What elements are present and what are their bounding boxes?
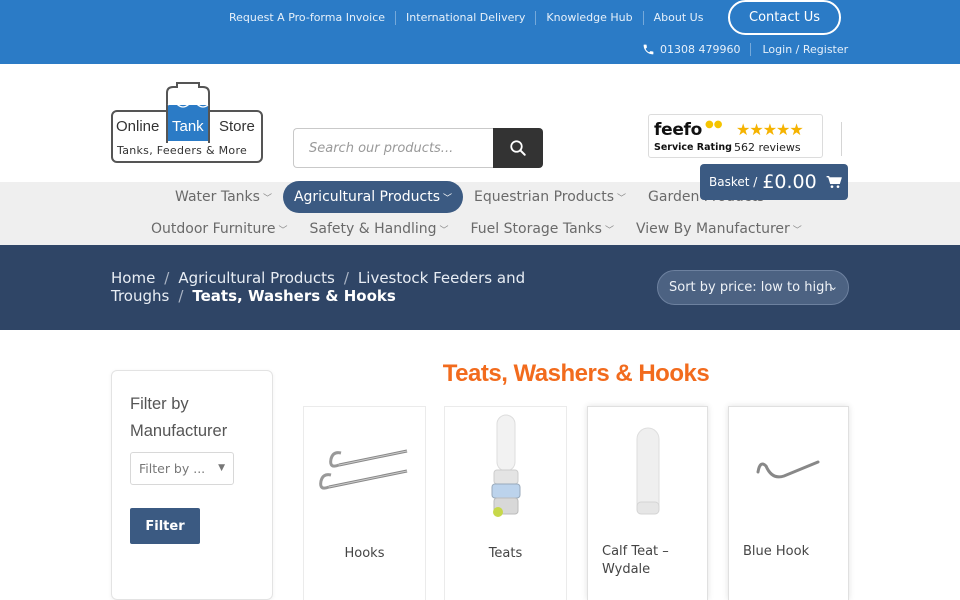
link-knowledge-hub[interactable]: Knowledge Hub xyxy=(535,11,642,25)
phone-number: 01308 479960 xyxy=(660,43,741,56)
breadcrumb-agricultural-products[interactable]: Agricultural Products xyxy=(178,269,335,287)
top-links: Request A Pro-forma Invoice Internationa… xyxy=(229,11,713,25)
logo-word-store: Store xyxy=(219,118,255,135)
nav-item-label: View By Manufacturer xyxy=(635,221,790,237)
product-card-hooks[interactable]: Hooks xyxy=(303,406,426,600)
hooks-image xyxy=(318,449,407,490)
breadcrumb-separator: / xyxy=(164,269,170,287)
basket-total: £0.00 xyxy=(762,171,817,193)
product-image[interactable] xyxy=(445,407,566,532)
search-button[interactable] xyxy=(493,128,543,168)
product-name[interactable]: Teats xyxy=(445,545,566,563)
product-card-calf-teat-wydale[interactable]: Calf Teat – Wydale xyxy=(587,406,708,600)
product-image[interactable] xyxy=(304,407,425,532)
sort-select[interactable]: Sort by price: low to high ⌄ xyxy=(657,270,849,305)
feefo-logo: feefo xyxy=(654,120,703,140)
filter-title: Filter by Manufacturer xyxy=(130,395,228,440)
product-card-teats[interactable]: Teats xyxy=(444,406,567,600)
search-input[interactable]: Search our products... xyxy=(293,128,493,168)
site-logo[interactable]: Online Tank Store Tanks, Feeders & More xyxy=(111,81,263,164)
product-name[interactable]: Hooks xyxy=(304,545,425,563)
product-image[interactable] xyxy=(729,407,848,532)
top-bar: Request A Pro-forma Invoice Internationa… xyxy=(0,0,960,64)
phone-link[interactable]: 01308 479960 xyxy=(642,43,752,56)
chevron-down-icon: ﹀ xyxy=(617,193,627,204)
chevron-down-icon: ﹀ xyxy=(439,225,449,236)
manufacturer-filter-select[interactable]: Filter by ... ▼ xyxy=(130,452,234,485)
sort-selected-value: Sort by price: low to high xyxy=(669,280,833,295)
chevron-down-icon: ﹀ xyxy=(604,225,614,236)
caret-down-icon: ▼ xyxy=(218,463,225,473)
chevron-down-icon: ⌄ xyxy=(828,280,838,293)
nav-item-agricultural-products[interactable]: Agricultural Products ﹀ xyxy=(282,181,464,213)
search-icon xyxy=(510,140,526,156)
product-name[interactable]: Blue Hook xyxy=(743,543,839,561)
top-links-secondary: 01308 479960 Login / Register xyxy=(642,43,848,56)
nav-item-fuel-storage-tanks[interactable]: Fuel Storage Tanks ﹀ xyxy=(460,213,625,245)
feefo-eyes-icon: ●● xyxy=(705,119,723,130)
feefo-review-count: 562 reviews xyxy=(734,141,801,154)
chevron-down-icon: ﹀ xyxy=(443,193,453,204)
nav-item-label: Outdoor Furniture xyxy=(151,221,276,237)
search-bar: Search our products... xyxy=(293,128,543,168)
category-title: Teats, Washers & Hooks xyxy=(442,360,710,387)
breadcrumb-home[interactable]: Home xyxy=(111,269,155,287)
login-register-link[interactable]: Login / Register xyxy=(751,43,848,56)
link-about-us[interactable]: About Us xyxy=(642,11,714,25)
link-international-delivery[interactable]: International Delivery xyxy=(395,11,535,25)
nav-item-label: Fuel Storage Tanks xyxy=(470,221,602,237)
product-card-blue-hook[interactable]: Blue Hook xyxy=(728,406,849,600)
cart-icon xyxy=(825,176,842,188)
nav-item-safety-handling[interactable]: Safety & Handling ﹀ xyxy=(298,213,459,245)
feefo-badge[interactable]: feefo ●● Service Rating ★★★★★ 562 review… xyxy=(648,114,823,158)
nav-row-2: Outdoor Furniture ﹀ Safety & Handling ﹀ Fu… xyxy=(140,213,813,245)
breadcrumb-separator: / xyxy=(178,287,184,305)
nav-item-label: Water Tanks xyxy=(175,189,260,205)
chevron-down-icon: ﹀ xyxy=(278,225,288,236)
header-divider xyxy=(841,122,842,156)
nav-item-view-by-manufacturer[interactable]: View By Manufacturer ﹀ xyxy=(625,213,813,245)
nav-item-label: Agricultural Products xyxy=(293,189,441,205)
rating-stars-icon: ★★★★★ xyxy=(736,120,804,139)
nav-item-label: Safety & Handling xyxy=(309,221,437,237)
calf-teat-image xyxy=(636,427,659,514)
nav-item-equestrian-products[interactable]: Equestrian Products ﹀ xyxy=(463,181,637,213)
breadcrumb-separator: / xyxy=(343,269,349,287)
blue-hook-image xyxy=(756,460,819,478)
teat-valve-image xyxy=(491,414,520,517)
product-name[interactable]: Calf Teat – Wydale xyxy=(602,543,698,579)
filter-select-value: Filter by ... xyxy=(139,461,206,476)
contact-us-button[interactable]: Contact Us xyxy=(728,0,841,35)
breadcrumb-current: Teats, Washers & Hooks xyxy=(192,287,396,305)
breadcrumb: Home / Agricultural Products / Livestock Fee… xyxy=(111,269,641,305)
filter-widget: Filter by Manufacturer Filter by ... ▼ F… xyxy=(111,370,273,600)
logo-tagline: Tanks, Feeders & More xyxy=(117,144,248,157)
product-image[interactable] xyxy=(588,407,707,532)
nav-item-label: Equestrian Products xyxy=(474,189,615,205)
nav-row-1: Water Tanks ﹀ Agricultural Products ﹀ Eque… xyxy=(164,181,787,213)
basket-label: Basket / xyxy=(709,175,758,189)
chevron-down-icon: ﹀ xyxy=(262,193,272,204)
logo-word-online: Online xyxy=(116,118,160,135)
logo-word-tank: Tank xyxy=(172,118,204,135)
phone-icon xyxy=(643,44,654,55)
filter-button[interactable]: Filter xyxy=(130,508,200,544)
link-proforma-invoice[interactable]: Request A Pro-forma Invoice xyxy=(229,11,395,25)
nav-item-outdoor-furniture[interactable]: Outdoor Furniture ﹀ xyxy=(140,213,298,245)
basket-button[interactable]: Basket / £0.00 xyxy=(700,164,848,200)
chevron-down-icon: ﹀ xyxy=(792,225,802,236)
nav-item-water-tanks[interactable]: Water Tanks ﹀ xyxy=(164,181,283,213)
feefo-service-rating: Service Rating xyxy=(654,142,732,153)
